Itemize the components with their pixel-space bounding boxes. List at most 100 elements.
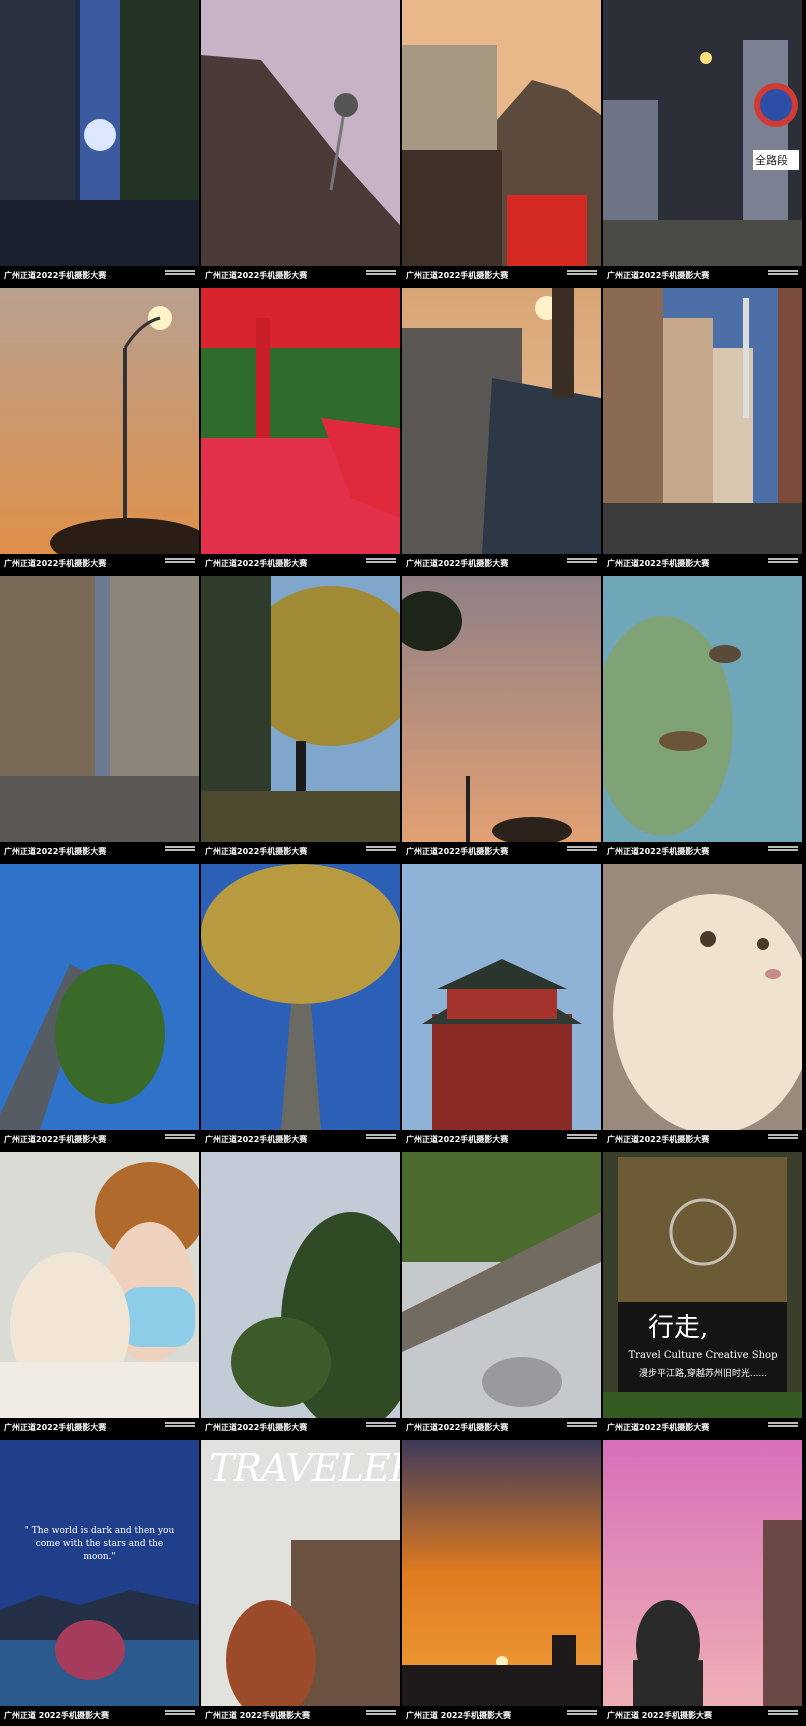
photo-branch-sky xyxy=(201,1152,400,1418)
photo-pink-sky-figure xyxy=(603,1440,802,1706)
caption-text: 广州正道2022手机摄影大赛 xyxy=(406,847,509,856)
photo-dusk-moon xyxy=(402,576,601,842)
caption-text: 广州正道2022手机摄影大赛 xyxy=(406,559,509,568)
credit-text xyxy=(165,1709,195,1719)
credit-text xyxy=(165,557,195,567)
credit-text xyxy=(165,269,195,279)
caption-text: 广州正道2022手机摄影大赛 xyxy=(607,271,710,280)
photo-orange-sunset xyxy=(402,1440,601,1706)
caption-text: 广州正道 2022手机摄影大赛 xyxy=(205,1711,311,1720)
caption-text: 广州正道2022手机摄影大赛 xyxy=(205,271,308,280)
caption-text: 广州正道2022手机摄影大赛 xyxy=(205,1423,308,1432)
photo-rocky-shore-sunset xyxy=(402,288,601,554)
photo-traveler-poster: TRAVELER xyxy=(201,1440,400,1706)
shop-name: Travel Culture Creative Shop xyxy=(628,1350,778,1361)
caption-text: 广州正道2022手机摄影大赛 xyxy=(607,847,710,856)
credit-text xyxy=(768,845,798,855)
road-sign-text: 全路段 xyxy=(755,154,788,167)
photo-tile[interactable]: 广州正道2022手机摄影大赛 xyxy=(402,576,601,862)
photo-tile[interactable]: 行走, Travel Culture Creative Shop 漫步平江路,穿… xyxy=(603,1152,802,1438)
photo-tile[interactable]: 广州正道2022手机摄影大赛 xyxy=(0,0,199,286)
credit-text xyxy=(165,1421,195,1431)
caption-bar: 广州正道2022手机摄影大赛 xyxy=(402,554,601,574)
photo-utility-pole-vines xyxy=(0,864,199,1130)
caption-bar: 广州正道2022手机摄影大赛 xyxy=(201,1418,400,1438)
photo-tile[interactable]: 广州正道2022手机摄影大赛 xyxy=(603,576,802,862)
credit-text xyxy=(567,557,597,567)
caption-bar: 广州正道2022手机摄影大赛 xyxy=(201,266,400,286)
credit-text xyxy=(567,269,597,279)
credit-text xyxy=(366,1709,396,1719)
credit-text xyxy=(567,845,597,855)
photo-tile[interactable]: 广州正道2022手机摄影大赛 xyxy=(0,864,199,1150)
credit-text xyxy=(366,269,396,279)
photo-tile[interactable]: 广州正道2022手机摄影大赛 xyxy=(603,864,802,1150)
photo-tile[interactable]: " The world is dark and then you come wi… xyxy=(0,1440,199,1726)
photo-tile[interactable]: 广州正道2022手机摄影大赛 xyxy=(0,1152,199,1438)
photo-person-with-cat xyxy=(0,1152,199,1418)
caption-bar: 广州正道2022手机摄影大赛 xyxy=(402,842,601,862)
caption-bar: 广州正道2022手机摄影大赛 xyxy=(603,842,802,862)
photo-tile[interactable]: 广州正道2022手机摄影大赛 xyxy=(402,288,601,574)
credit-text xyxy=(165,1133,195,1143)
credit-text xyxy=(567,1709,597,1719)
photo-city-night-sign: 全路段 xyxy=(603,0,802,266)
credit-text xyxy=(366,1133,396,1143)
photo-yellow-tree xyxy=(201,864,400,1130)
credit-text xyxy=(567,1133,597,1143)
credit-text xyxy=(567,1421,597,1431)
photo-tile[interactable]: 广州正道2022手机摄影大赛 xyxy=(0,288,199,574)
credit-text xyxy=(768,269,798,279)
photo-tile[interactable]: 广州正道2022手机摄影大赛 xyxy=(402,1152,601,1438)
photo-city-crosswalk xyxy=(0,576,199,842)
photo-tile[interactable]: TRAVELER 广州正道 2022手机摄影大赛 xyxy=(201,1440,400,1726)
caption-text: 广州正道2022手机摄影大赛 xyxy=(205,559,308,568)
photo-collage-grid: 广州正道2022手机摄影大赛 广州正道2022手机摄影大赛 广州正道2022手机… xyxy=(0,0,806,1726)
caption-text: 广州正道2022手机摄影大赛 xyxy=(406,1423,509,1432)
caption-text: 广州正道2022手机摄影大赛 xyxy=(607,1135,710,1144)
caption-text: 广州正道2022手机摄影大赛 xyxy=(607,559,710,568)
credit-text xyxy=(768,1709,798,1719)
caption-text: 广州正道2022手机摄影大赛 xyxy=(4,271,107,280)
poem-text: " The world is dark and then you come wi… xyxy=(24,1526,175,1562)
caption-bar: 广州正道2022手机摄影大赛 xyxy=(603,266,802,286)
caption-bar: 广州正道2022手机摄影大赛 xyxy=(0,842,199,862)
caption-bar: 广州正道2022手机摄影大赛 xyxy=(402,266,601,286)
credit-text xyxy=(768,557,798,567)
caption-bar: 广州正道 2022手机摄影大赛 xyxy=(0,1706,199,1726)
caption-text: 广州正道 2022手机摄影大赛 xyxy=(4,1711,110,1720)
caption-bar: 广州正道2022手机摄影大赛 xyxy=(201,554,400,574)
photo-pagoda-tower xyxy=(402,864,601,1130)
caption-text: 广州正道2022手机摄影大赛 xyxy=(4,1135,107,1144)
photo-tile[interactable]: 广州正道 2022手机摄影大赛 xyxy=(402,1440,601,1726)
caption-bar: 广州正道 2022手机摄影大赛 xyxy=(201,1706,400,1726)
photo-tile[interactable]: 广州正道2022手机摄影大赛 xyxy=(402,864,601,1150)
photo-tile[interactable]: 广州正道 2022手机摄影大赛 xyxy=(603,1440,802,1726)
photo-fluffy-cat xyxy=(603,864,802,1130)
photo-shop-sign: 行走, Travel Culture Creative Shop 漫步平江路,穿… xyxy=(603,1152,802,1418)
photo-tile[interactable]: 广州正道2022手机摄影大赛 xyxy=(201,1152,400,1438)
photo-tile[interactable]: 广州正道2022手机摄影大赛 xyxy=(201,0,400,286)
photo-red-bridge xyxy=(201,288,400,554)
caption-bar: 广州正道2022手机摄影大赛 xyxy=(0,554,199,574)
photo-tile[interactable]: 广州正道2022手机摄影大赛 xyxy=(201,288,400,574)
caption-bar: 广州正道2022手机摄影大赛 xyxy=(603,1130,802,1150)
photo-tile[interactable]: 全路段 广州正道2022手机摄影大赛 xyxy=(603,0,802,286)
photo-tile[interactable]: 广州正道2022手机摄影大赛 xyxy=(201,864,400,1150)
caption-text: 广州正道2022手机摄影大赛 xyxy=(607,1423,710,1432)
caption-bar: 广州正道2022手机摄影大赛 xyxy=(201,842,400,862)
photo-tile[interactable]: 广州正道2022手机摄影大赛 xyxy=(201,576,400,862)
traveler-title: TRAVELER xyxy=(209,1446,400,1490)
caption-bar: 广州正道2022手机摄影大赛 xyxy=(0,1418,199,1438)
photo-tile[interactable]: 广州正道2022手机摄影大赛 xyxy=(603,288,802,574)
photo-tile[interactable]: 广州正道2022手机摄影大赛 xyxy=(0,576,199,862)
caption-text: 广州正道2022手机摄影大赛 xyxy=(4,559,107,568)
photo-street-sun xyxy=(0,0,199,266)
credit-text xyxy=(366,1421,396,1431)
caption-bar: 广州正道 2022手机摄影大赛 xyxy=(402,1706,601,1726)
caption-bar: 广州正道 2022手机摄影大赛 xyxy=(603,1706,802,1726)
photo-old-building-red-door xyxy=(402,0,601,266)
shop-slogan: 漫步平江路,穿越苏州旧时光...... xyxy=(638,1369,768,1379)
photo-tile[interactable]: 广州正道2022手机摄影大赛 xyxy=(402,0,601,286)
photo-brick-wall-palm xyxy=(201,0,400,266)
